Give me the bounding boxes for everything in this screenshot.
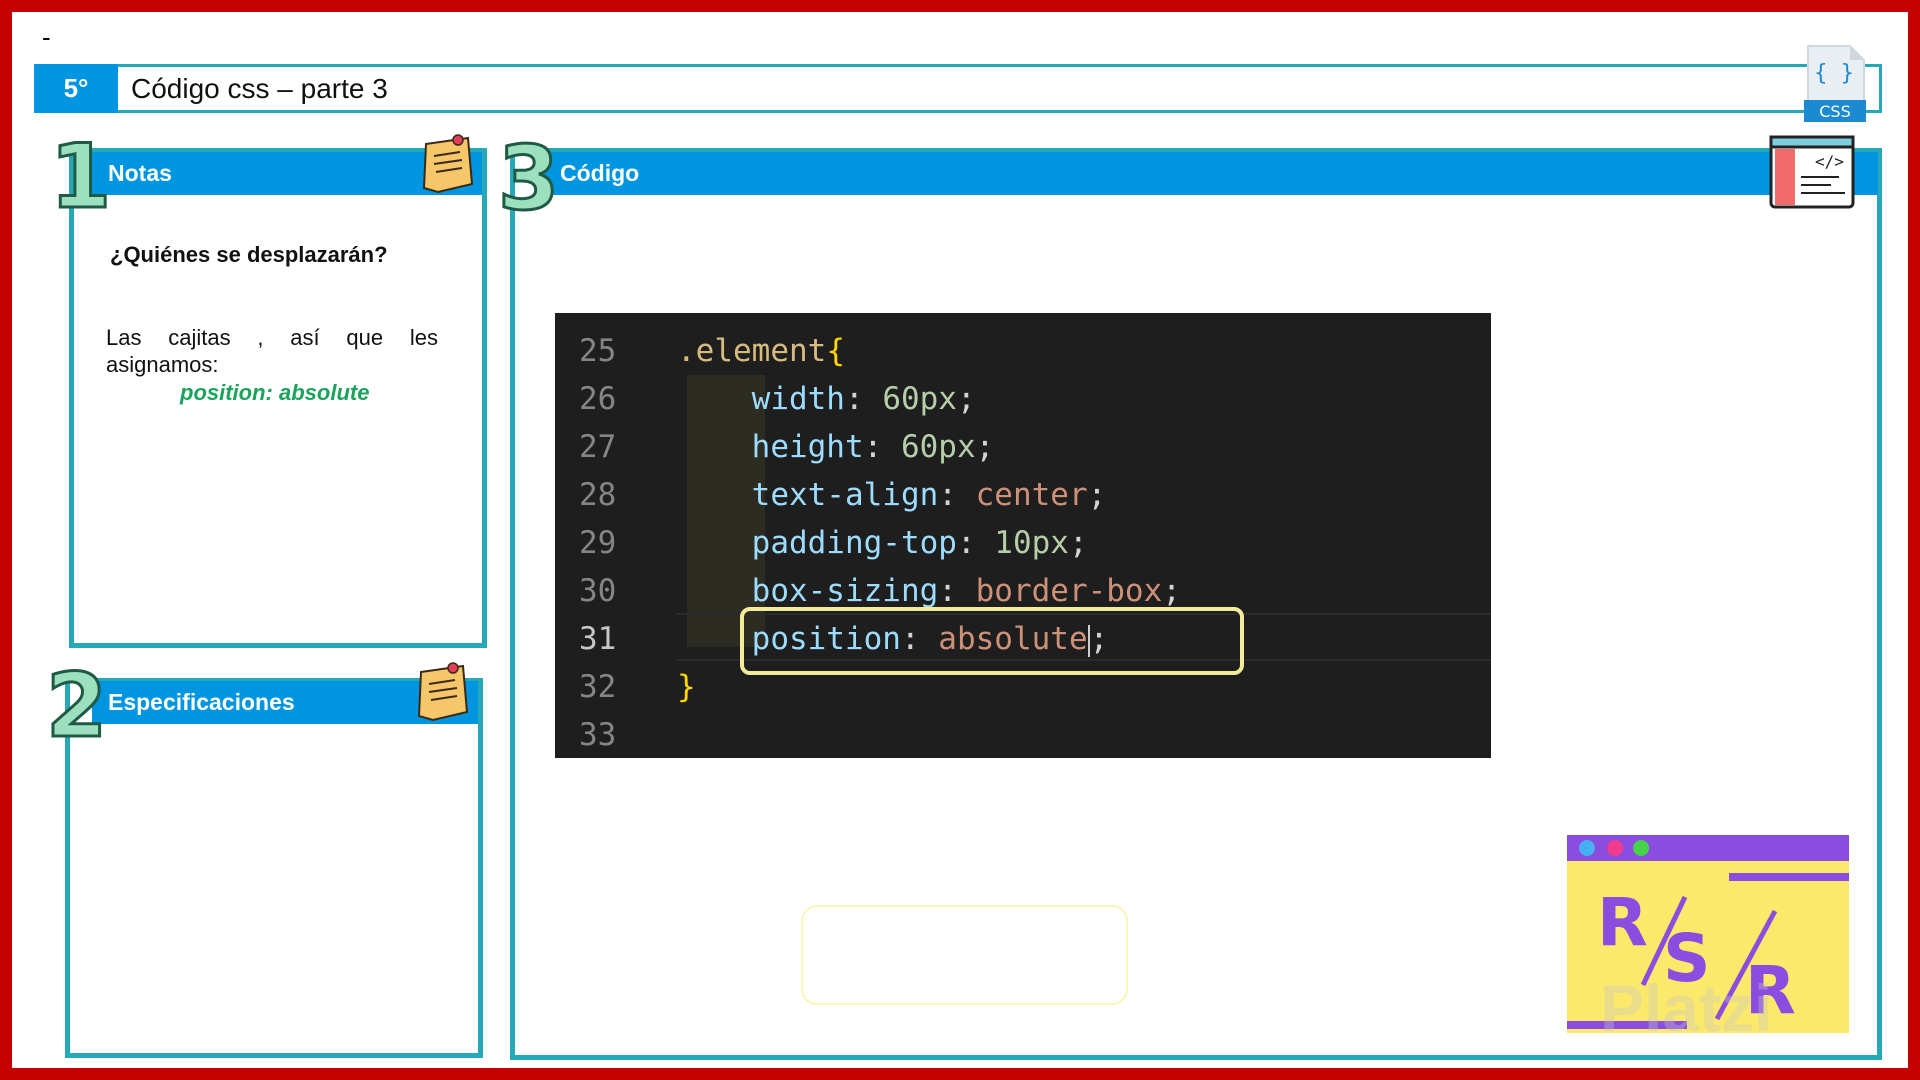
css-property: text-align bbox=[751, 477, 939, 513]
css-value: 60px bbox=[900, 429, 976, 465]
code-editor: 25 .element{ 26 width: 60px; 27 height: … bbox=[555, 313, 1491, 758]
css-property: width bbox=[751, 381, 845, 417]
highlight-box bbox=[740, 607, 1244, 675]
close-brace: } bbox=[677, 669, 696, 705]
notes-body-line1: Las cajitas , así que les bbox=[106, 325, 438, 350]
sticky-note-icon bbox=[418, 134, 474, 196]
code-line: 28 text-align: center; bbox=[555, 471, 1491, 519]
notes-body-line2: asignamos: bbox=[106, 352, 219, 377]
sticky-note-icon bbox=[413, 662, 469, 724]
code-title: Código bbox=[544, 152, 1878, 195]
css-value: 10px bbox=[994, 525, 1069, 561]
notes-question: ¿Quiénes se desplazarán? bbox=[110, 242, 388, 267]
css-icon-glyph: { } bbox=[1814, 61, 1854, 86]
css-icon-label: CSS bbox=[1819, 102, 1850, 121]
line-number: 32 bbox=[579, 669, 617, 705]
notes-code-snippet: position: absolute bbox=[180, 380, 370, 405]
css-value: 60px bbox=[882, 381, 957, 417]
empty-callout-box bbox=[801, 905, 1128, 1005]
line-number: 25 bbox=[579, 333, 617, 369]
line-number: 28 bbox=[579, 477, 617, 513]
platzi-watermark: Platzi bbox=[1600, 971, 1773, 1045]
code-line: 26 width: 60px; bbox=[555, 375, 1491, 423]
css-selector: .element bbox=[677, 333, 827, 369]
line-number: 26 bbox=[579, 381, 617, 417]
svg-text:</>: </> bbox=[1815, 152, 1844, 171]
css-file-icon: { } CSS bbox=[1804, 44, 1866, 124]
line-number: 33 bbox=[579, 717, 617, 753]
css-value: border-box bbox=[975, 573, 1163, 609]
code-number: 3 bbox=[496, 127, 560, 230]
slide-title: Código css – parte 3 bbox=[131, 73, 388, 104]
specs-panel bbox=[65, 678, 483, 1058]
code-line: 33 bbox=[555, 711, 1491, 759]
line-number: 29 bbox=[579, 525, 617, 561]
logo-letter-1: R bbox=[1597, 884, 1648, 961]
specs-number: 2 bbox=[44, 654, 108, 757]
code-line: 29 padding-top: 10px; bbox=[555, 519, 1491, 567]
code-window-icon: </> bbox=[1769, 133, 1855, 211]
code-line: 27 height: 60px; bbox=[555, 423, 1491, 471]
css-property: padding-top bbox=[751, 525, 957, 561]
css-property: box-sizing bbox=[751, 573, 939, 609]
line-number: 31 bbox=[579, 621, 617, 657]
code-line: 25 .element{ bbox=[555, 327, 1491, 375]
css-value: center bbox=[975, 477, 1088, 513]
open-brace: { bbox=[826, 333, 845, 369]
slide-header: 5° Código css – parte 3 bbox=[34, 64, 1882, 113]
line-number: 30 bbox=[579, 573, 617, 609]
css-property: height bbox=[751, 429, 864, 465]
top-mark: - bbox=[42, 22, 51, 52]
line-number: 27 bbox=[579, 429, 617, 465]
slide-number: 5° bbox=[34, 64, 118, 113]
notes-number: 1 bbox=[48, 125, 112, 228]
